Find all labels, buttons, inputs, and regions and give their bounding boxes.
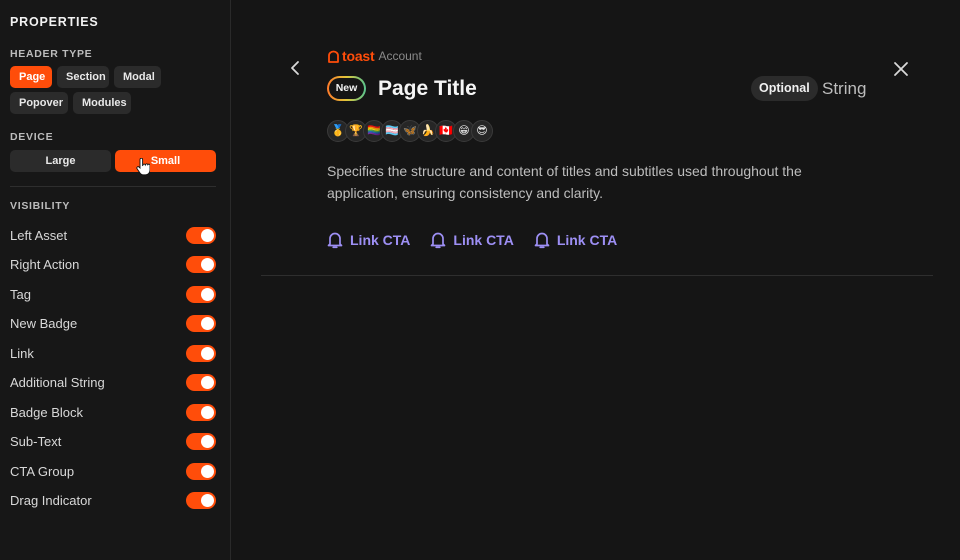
visibility-item-label: Tag <box>10 287 31 302</box>
close-icon[interactable] <box>892 60 910 78</box>
additional-string-toggle[interactable] <box>186 374 216 391</box>
link-cta-1[interactable]: Link CTA <box>327 230 410 250</box>
new-badge-toggle[interactable] <box>186 315 216 332</box>
visibility-label: VISIBILITY <box>10 200 71 212</box>
header-type-modules-chip[interactable]: Modules <box>73 92 131 114</box>
visibility-item-label: Left Asset <box>10 228 68 243</box>
link-cta-3[interactable]: Link CTA <box>534 230 617 250</box>
sidebar-title: PROPERTIES <box>10 15 99 29</box>
cta-group: Link CTA Link CTA Link CTA <box>327 230 637 250</box>
visibility-row-new-badge: New Badge <box>10 314 216 334</box>
visibility-item-label: CTA Group <box>10 464 75 479</box>
chevron-left-icon[interactable] <box>288 60 302 76</box>
device-small-button[interactable]: Small <box>115 150 216 172</box>
visibility-item-label: New Badge <box>10 316 78 331</box>
header-preview: toast Account New Page Title Optional St… <box>232 0 960 560</box>
link-cta-label: Link CTA <box>556 232 618 248</box>
right-action-toggle[interactable] <box>186 256 216 273</box>
sub-text-toggle[interactable] <box>186 433 216 450</box>
visibility-row-link: Link <box>10 344 216 364</box>
sub-text: Specifies the structure and content of t… <box>327 163 802 201</box>
visibility-item-label: Sub-Text <box>10 434 62 449</box>
badge-block-toggle[interactable] <box>186 404 216 421</box>
hand-pointer-icon <box>136 158 150 176</box>
visibility-row-badge-block: Badge Block <box>10 403 216 423</box>
toggle-knob <box>201 465 214 478</box>
brand: toast Account <box>327 48 422 64</box>
header-type-section-chip[interactable]: Section <box>57 66 109 88</box>
header-type-modal-chip[interactable]: Modal <box>114 66 161 88</box>
toast-logo-icon <box>328 50 339 63</box>
toggle-knob <box>201 288 214 301</box>
toggle-knob <box>201 229 214 242</box>
additional-string: String <box>822 79 867 98</box>
header-type-popover-chip[interactable]: Popover <box>10 92 68 114</box>
link-cta-label: Link CTA <box>453 232 514 248</box>
link-cta-label: Link CTA <box>350 232 411 248</box>
visibility-row-additional-string: Additional String <box>10 373 216 393</box>
drag-indicator-toggle[interactable] <box>186 492 216 509</box>
visibility-item-label: Right Action <box>10 257 80 272</box>
cta-group-toggle[interactable] <box>186 463 216 480</box>
visibility-row-sub-text: Sub-Text <box>10 432 216 452</box>
header-divider <box>261 275 933 276</box>
link-cta-2[interactable]: Link CTA <box>430 230 514 250</box>
visibility-item-label: Link <box>10 346 34 361</box>
link-toggle[interactable] <box>186 345 216 362</box>
brand-subtitle: Account <box>378 49 422 63</box>
toggle-knob <box>201 376 214 389</box>
toggle-knob <box>201 347 214 360</box>
toggle-knob <box>201 494 214 507</box>
toggle-knob <box>201 317 214 330</box>
bell-icon <box>431 232 446 249</box>
header-type-label: HEADER TYPE <box>10 48 93 60</box>
visibility-row-right-action: Right Action <box>10 255 216 275</box>
visibility-row-drag-indicator: Drag Indicator <box>10 491 216 511</box>
new-badge: New <box>327 76 366 101</box>
properties-sidebar: PROPERTIES HEADER TYPE Page Section Moda… <box>0 0 231 560</box>
bell-icon <box>327 232 343 249</box>
header-type-page-chip[interactable]: Page <box>10 66 52 88</box>
visibility-item-label: Drag Indicator <box>10 493 92 508</box>
badge-block: 🥇 🏆 🏳️‍🌈 🏳️‍⚧️ 🦋 🍌 🇨🇦 😁 😎 <box>327 120 493 142</box>
bell-icon <box>534 232 550 249</box>
toggle-knob <box>201 435 214 448</box>
visibility-item-label: Additional String <box>10 375 105 390</box>
device-label: DEVICE <box>10 131 54 143</box>
visibility-row-cta-group: CTA Group <box>10 462 216 482</box>
new-badge-label: New <box>329 78 364 99</box>
brand-logo-text: toast <box>342 48 375 64</box>
visibility-item-label: Badge Block <box>10 405 83 420</box>
page-title: Page Title <box>378 77 477 100</box>
tag-toggle[interactable] <box>186 286 216 303</box>
emoji-badge: 😎 <box>471 120 493 142</box>
toggle-knob <box>201 258 214 271</box>
left-asset-toggle[interactable] <box>186 227 216 244</box>
visibility-row-left-asset: Left Asset <box>10 226 216 246</box>
sidebar-divider <box>10 186 216 187</box>
device-large-button[interactable]: Large <box>10 150 111 172</box>
toggle-knob <box>201 406 214 419</box>
visibility-row-tag: Tag <box>10 285 216 305</box>
optional-tag: Optional <box>751 76 818 101</box>
